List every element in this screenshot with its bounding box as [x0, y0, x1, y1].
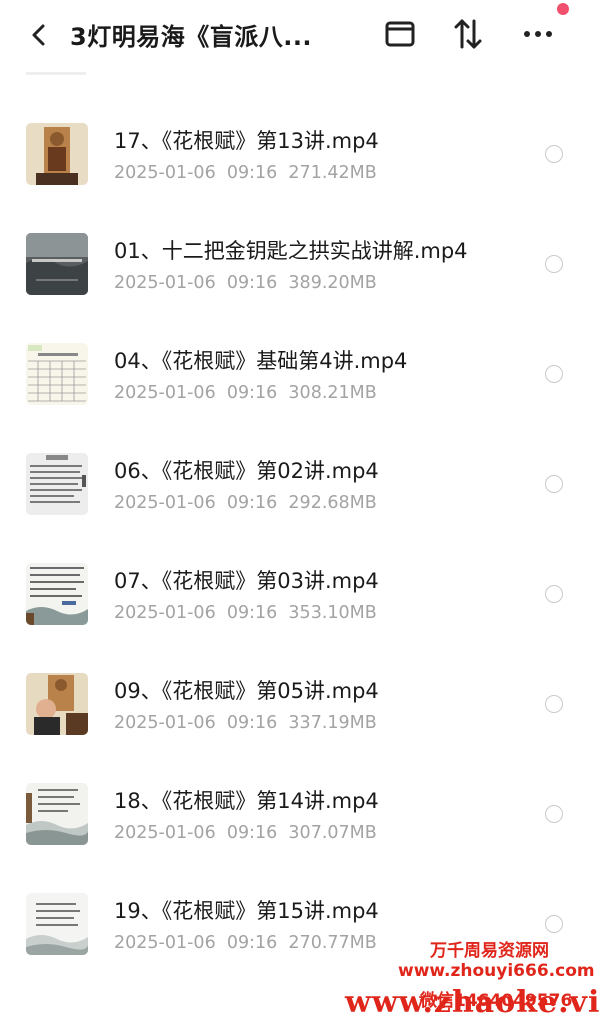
select-radio[interactable]	[545, 365, 563, 383]
window-button[interactable]	[382, 16, 418, 52]
file-time: 09:16	[226, 163, 278, 183]
top-bar: 3灯明易海《盲派八...	[0, 0, 599, 72]
file-name: 01、十二把金钥匙之拱实战讲解.mp4	[114, 239, 468, 263]
file-time: 09:16	[226, 713, 278, 733]
file-meta: 2025-01-06 09:16 389.20MB	[114, 273, 377, 293]
back-button[interactable]	[22, 18, 56, 52]
file-time: 09:16	[226, 933, 278, 953]
file-time: 09:16	[226, 273, 278, 293]
file-meta: 2025-01-06 09:16 271.42MB	[114, 163, 377, 183]
file-meta: 2025-01-06 09:16 308.21MB	[114, 383, 377, 403]
file-date: 2025-01-06	[114, 493, 216, 513]
file-row[interactable]: 07、《花根赋》第03讲.mp4 2025-01-06 09:16 353.10…	[0, 563, 599, 673]
watermark-url: www.zhouyi666.com	[398, 961, 595, 981]
file-name: 09、《花根赋》第05讲.mp4	[114, 679, 379, 703]
file-size: 270.77MB	[288, 933, 377, 953]
file-name: 17、《花根赋》第13讲.mp4	[114, 129, 379, 153]
video-thumbnail	[26, 673, 88, 735]
file-row[interactable]: 17、《花根赋》第13讲.mp4 2025-01-06 09:16 271.42…	[0, 123, 599, 233]
file-name: 06、《花根赋》第02讲.mp4	[114, 459, 379, 483]
file-row[interactable]: 04、《花根赋》基础第4讲.mp4 2025-01-06 09:16 308.2…	[0, 343, 599, 453]
file-time: 09:16	[226, 823, 278, 843]
file-name: 18、《花根赋》第14讲.mp4	[114, 789, 379, 813]
file-size: 353.10MB	[288, 603, 377, 623]
file-meta: 2025-01-06 09:16 337.19MB	[114, 713, 377, 733]
previous-item-edge	[26, 72, 86, 75]
file-time: 09:16	[226, 493, 278, 513]
video-thumbnail	[26, 783, 88, 845]
file-date: 2025-01-06	[114, 273, 216, 293]
sort-button[interactable]	[450, 16, 486, 52]
sort-icon	[454, 19, 482, 49]
watermark-site-name: 万千周易资源网	[430, 941, 549, 961]
file-name: 19、《花根赋》第15讲.mp4	[114, 899, 379, 923]
video-thumbnail	[26, 123, 88, 185]
file-name: 07、《花根赋》第03讲.mp4	[114, 569, 379, 593]
more-button[interactable]	[520, 16, 556, 52]
file-date: 2025-01-06	[114, 163, 216, 183]
file-meta: 2025-01-06 09:16 292.68MB	[114, 493, 377, 513]
select-radio[interactable]	[545, 805, 563, 823]
select-radio[interactable]	[545, 695, 563, 713]
file-size: 271.42MB	[288, 163, 377, 183]
video-thumbnail	[26, 233, 88, 295]
select-radio[interactable]	[545, 145, 563, 163]
chevron-left-icon	[32, 24, 45, 46]
window-icon	[385, 21, 415, 47]
notification-dot	[557, 3, 569, 15]
select-radio[interactable]	[545, 475, 563, 493]
file-row[interactable]: 01、十二把金钥匙之拱实战讲解.mp4 2025-01-06 09:16 389…	[0, 233, 599, 343]
file-size: 337.19MB	[288, 713, 377, 733]
more-icon	[524, 31, 552, 37]
select-radio[interactable]	[545, 255, 563, 273]
video-thumbnail	[26, 893, 88, 955]
select-radio[interactable]	[545, 585, 563, 603]
file-size: 308.21MB	[288, 383, 377, 403]
file-time: 09:16	[226, 383, 278, 403]
file-size: 307.07MB	[288, 823, 377, 843]
video-thumbnail	[26, 343, 88, 405]
file-date: 2025-01-06	[114, 713, 216, 733]
file-date: 2025-01-06	[114, 933, 216, 953]
file-date: 2025-01-06	[114, 823, 216, 843]
file-size: 292.68MB	[288, 493, 377, 513]
file-row[interactable]: 09、《花根赋》第05讲.mp4 2025-01-06 09:16 337.19…	[0, 673, 599, 783]
file-meta: 2025-01-06 09:16 307.07MB	[114, 823, 377, 843]
video-thumbnail	[26, 453, 88, 515]
file-meta: 2025-01-06 09:16 270.77MB	[114, 933, 377, 953]
file-row[interactable]: 06、《花根赋》第02讲.mp4 2025-01-06 09:16 292.68…	[0, 453, 599, 563]
file-row[interactable]: 18、《花根赋》第14讲.mp4 2025-01-06 09:16 307.07…	[0, 783, 599, 893]
select-radio[interactable]	[545, 915, 563, 933]
file-time: 09:16	[226, 603, 278, 623]
page-title: 3灯明易海《盲派八...	[70, 23, 313, 51]
video-thumbnail	[26, 563, 88, 625]
file-meta: 2025-01-06 09:16 353.10MB	[114, 603, 377, 623]
file-date: 2025-01-06	[114, 383, 216, 403]
file-size: 389.20MB	[288, 273, 377, 293]
file-name: 04、《花根赋》基础第4讲.mp4	[114, 349, 408, 373]
file-date: 2025-01-06	[114, 603, 216, 623]
watermark-url-large: www.zhaoke.vip	[345, 985, 599, 1020]
